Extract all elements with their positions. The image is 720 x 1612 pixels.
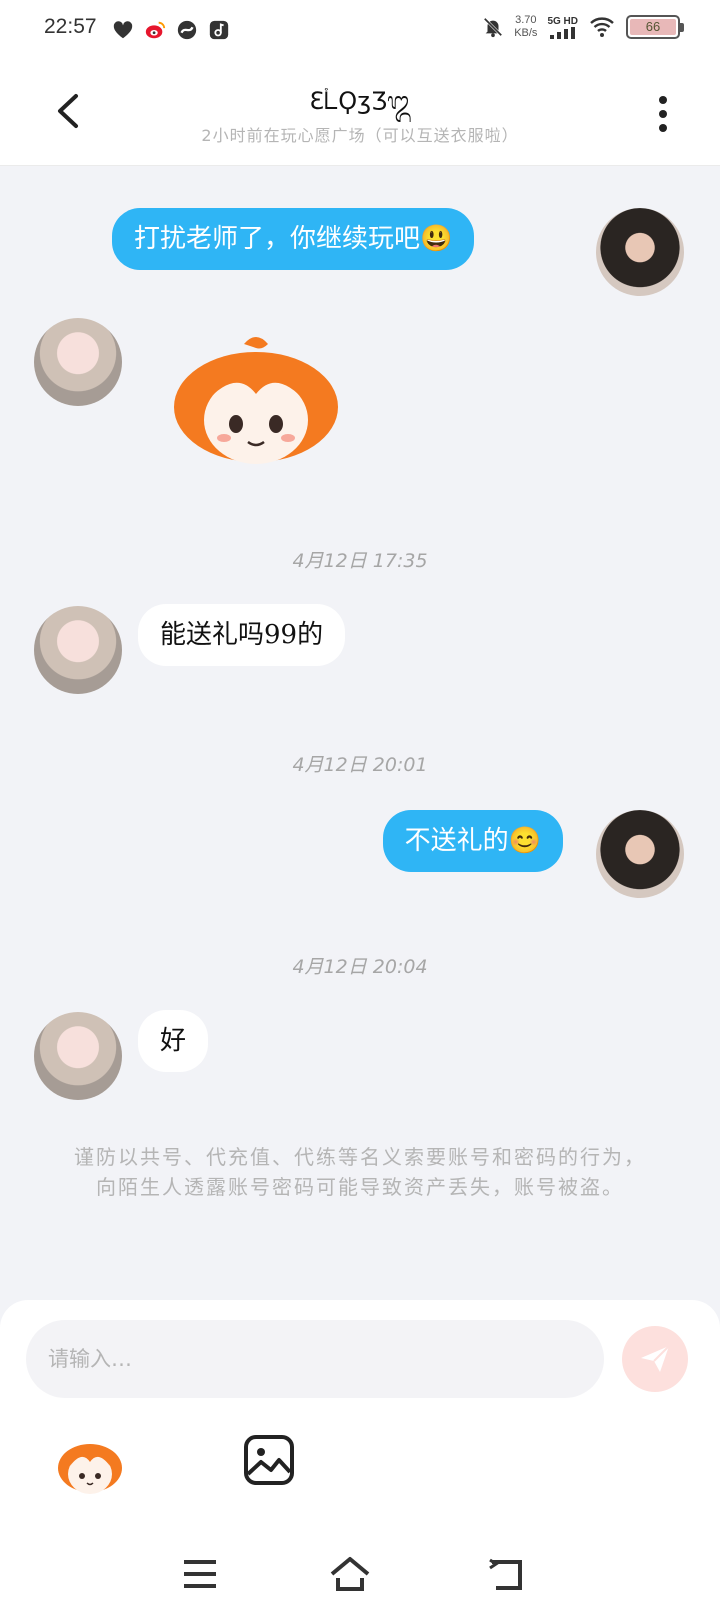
status-time: 22:57 [44,15,97,38]
contact-name: ƐᢺϘʒƷ᭓ [309,87,411,115]
message-bubble-other[interactable]: 能送礼吗99的 [138,604,346,666]
signal-icon [549,26,575,39]
message-list[interactable]: 打扰老师了，你继续玩吧😃 4月12日 17:35 能送礼吗99的 4月12日 2… [0,166,720,1300]
more-options-button[interactable] [656,92,670,136]
message-bubble-self[interactable]: 不送礼的😊 [382,810,563,872]
wifi-icon [590,17,614,37]
network-type: 5G HD [547,15,578,27]
image-picker-button[interactable] [243,1434,295,1486]
avatar[interactable] [596,810,684,898]
message-bubble-self[interactable]: 打扰老师了，你继续玩吧😃 [112,208,475,270]
avatar[interactable] [34,318,122,406]
message-timestamp: 4月12日 17:35 [292,550,428,572]
loop-app-icon [177,20,197,40]
system-status: 3.70 KB/s 5G HD 66 [482,14,684,40]
contact-status: 2小时前在玩心愿广场（可以互送衣服啦） [201,126,519,145]
send-button[interactable] [622,1326,688,1392]
battery-icon: 66 [626,15,684,39]
orange-hair-chibi-sticker[interactable] [166,332,346,472]
heart-icon [113,21,133,39]
message-input[interactable] [26,1320,604,1398]
system-navigation-bar [0,1522,720,1612]
status-bar: 22:57 3.70 KB/s 5G HD 66 [0,0,720,62]
chat-header: ƐᢺϘʒƷ᭓ 2小时前在玩心愿广场（可以互送衣服啦） [0,62,720,166]
message-bubble-other[interactable]: 好 [138,1010,209,1072]
avatar[interactable] [34,1012,122,1100]
send-icon [641,1345,670,1372]
battery-level: 66 [630,19,676,35]
net-speed: 3.70 KB/s [514,14,538,39]
mute-bell-icon [483,17,503,38]
security-notice: 谨防以共号、代充值、代练等名义索要账号和密码的行为，向陌生人透露账号密码可能导致… [74,1145,646,1199]
message-timestamp: 4月12日 20:04 [292,956,428,978]
menu-button[interactable] [180,1556,220,1592]
back-nav-button[interactable] [486,1556,526,1592]
avatar[interactable] [596,208,684,296]
weibo-icon [145,21,166,39]
signal-group: 5G HD [547,16,578,39]
sticker-button[interactable] [54,1430,126,1502]
message-timestamp: 4月12日 20:01 [292,754,428,776]
notification-icons [112,19,230,41]
avatar[interactable] [34,606,122,694]
home-button[interactable] [330,1556,370,1592]
music-app-icon [209,20,229,40]
